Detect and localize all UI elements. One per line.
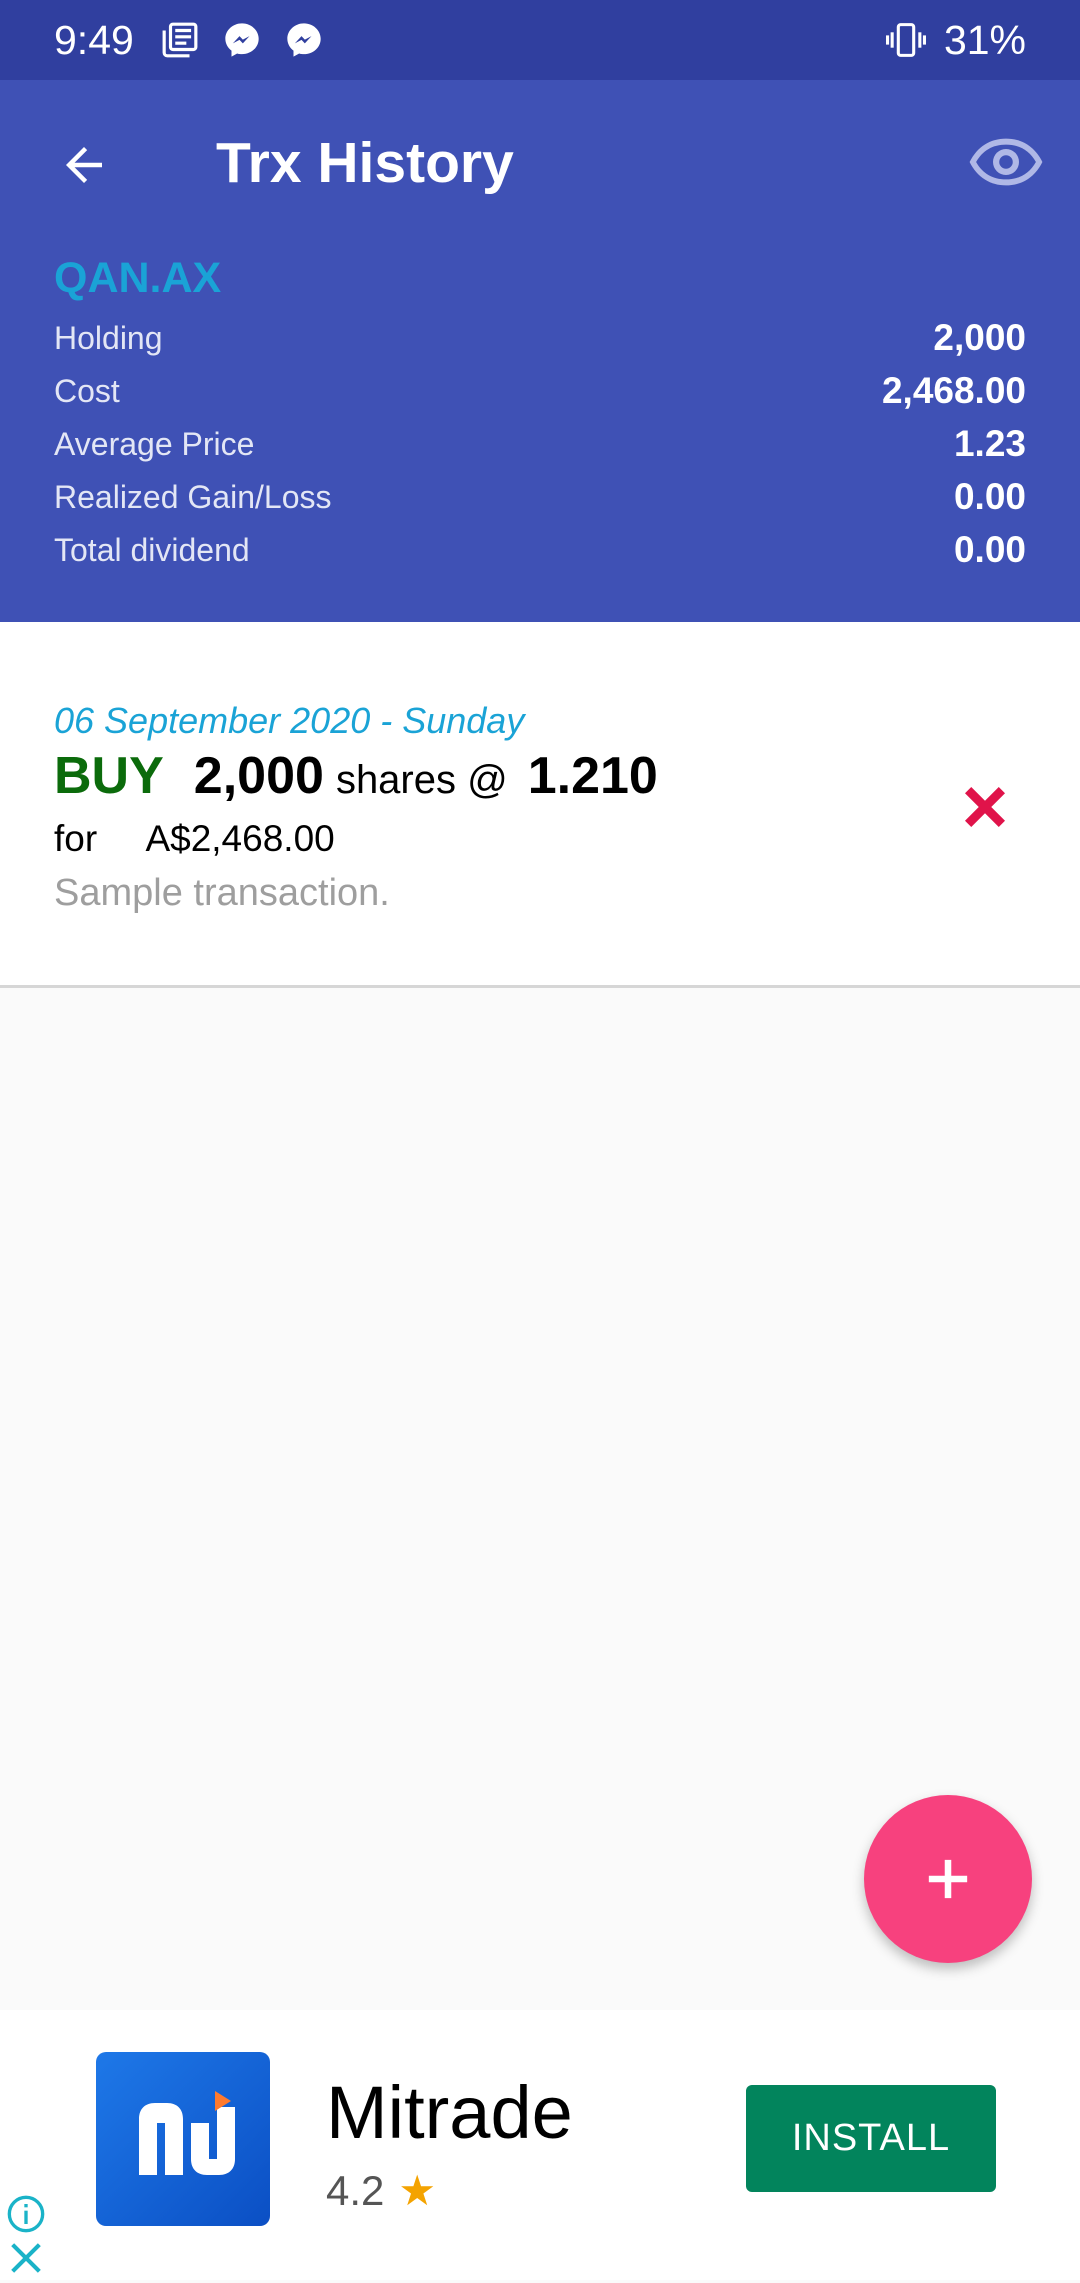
- status-time: 9:49: [54, 16, 134, 63]
- delete-transaction-button[interactable]: [950, 772, 1020, 842]
- install-button[interactable]: INSTALL: [746, 2085, 996, 2192]
- transaction-summary: BUY 2,000 shares @ 1.210: [54, 746, 658, 806]
- transaction-item[interactable]: 06 September 2020 - Sunday BUY 2,000 sha…: [0, 622, 1080, 988]
- summary-value: 1.23: [953, 423, 1026, 464]
- vibrate-icon: [885, 20, 926, 60]
- ad-rating-value: 4.2: [326, 2166, 385, 2214]
- transaction-amount: A$2,468.00: [145, 818, 335, 859]
- ad-close-icon[interactable]: [6, 2238, 46, 2278]
- mitrade-logo-icon: [139, 2091, 235, 2175]
- page-title: Trx History: [216, 131, 514, 195]
- star-icon: ★: [398, 2167, 437, 2214]
- summary-label: Total dividend: [54, 531, 250, 568]
- ad-app-logo[interactable]: [96, 2052, 270, 2226]
- news-icon: [160, 20, 200, 60]
- summary-label: Average Price: [54, 425, 255, 462]
- visibility-toggle-button[interactable]: [966, 130, 1046, 194]
- add-transaction-button[interactable]: [864, 1795, 1032, 1963]
- shares-label: shares @: [335, 758, 508, 802]
- summary-label: Cost: [54, 372, 120, 409]
- summary-row-total-dividend: Total dividend 0.00: [54, 524, 1026, 576]
- messenger-icon: [222, 20, 262, 60]
- summary-row-holding: Holding 2,000: [54, 312, 1026, 364]
- transaction-price: 1.210: [527, 747, 658, 805]
- summary-row-realized-gain-loss: Realized Gain/Loss 0.00: [54, 471, 1026, 523]
- ad-banner[interactable]: Mitrade 4.2 ★ INSTALL: [0, 2010, 1080, 2280]
- status-right: 31%: [885, 16, 1026, 64]
- arrow-back-icon: [66, 147, 102, 183]
- messenger-icon: [284, 20, 324, 60]
- summary-value: 0.00: [953, 529, 1026, 570]
- summary-label: Realized Gain/Loss: [54, 478, 332, 515]
- app-bar: Trx History QAN.AX Holding 2,000 Cost 2,…: [0, 80, 1080, 622]
- ad-info-icon[interactable]: [6, 2194, 46, 2234]
- transaction-quantity: 2,000: [193, 747, 324, 805]
- summary-label: Holding: [54, 319, 163, 356]
- for-label: for: [54, 818, 98, 859]
- ad-rating: 4.2 ★: [326, 2166, 436, 2215]
- plus-icon: [928, 1859, 968, 1899]
- summary-row-cost: Cost 2,468.00: [54, 365, 1026, 417]
- ad-app-name[interactable]: Mitrade: [326, 2070, 573, 2155]
- transaction-date: 06 September 2020 - Sunday: [54, 700, 525, 741]
- status-bar: 9:49 31%: [0, 0, 1080, 80]
- eye-icon: [969, 138, 1043, 186]
- battery-level: 31%: [943, 16, 1026, 63]
- summary-row-average-price: Average Price 1.23: [54, 418, 1026, 470]
- transaction-note: Sample transaction.: [54, 872, 390, 914]
- transaction-type: BUY: [54, 747, 164, 805]
- close-icon: [965, 787, 1005, 827]
- summary-value: 2,000: [933, 317, 1026, 358]
- summary-value: 0.00: [953, 476, 1026, 517]
- ticker-symbol: QAN.AX: [54, 254, 222, 302]
- summary-value: 2,468.00: [881, 370, 1026, 411]
- transaction-amount-line: for A$2,468.00: [54, 818, 335, 860]
- back-button[interactable]: [52, 133, 116, 197]
